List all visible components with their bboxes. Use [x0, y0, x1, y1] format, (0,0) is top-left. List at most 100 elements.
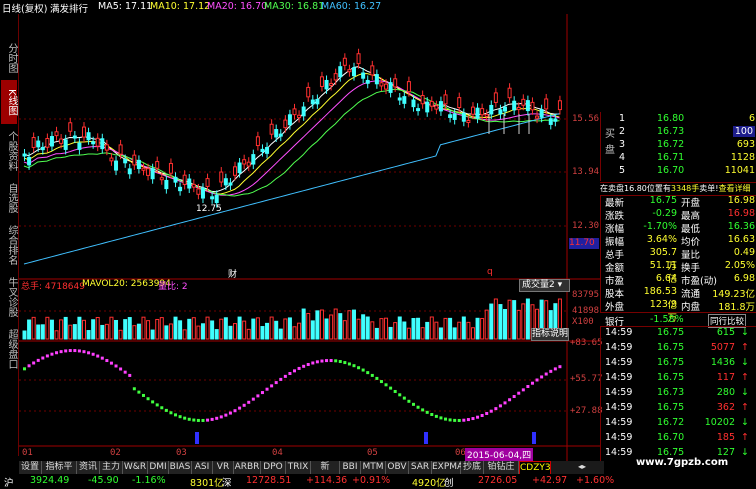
volume-bar [315, 310, 320, 340]
volume-bar [402, 321, 407, 340]
order-row[interactable]: 3 16.72 693 [601, 139, 756, 152]
tick-row[interactable]: 14:59 16.75 615 ↓ [601, 327, 756, 340]
candle-body [457, 97, 462, 109]
tab-0[interactable]: 设置 [19, 461, 42, 474]
industry-change: -1.58% [650, 314, 684, 325]
chart-mode-label[interactable]: 日线(复权) [2, 1, 47, 15]
signal-marker [532, 432, 536, 444]
indicator-axis-tick: +27.88 [570, 406, 603, 416]
volume-bar [512, 300, 517, 340]
volume-bar [196, 325, 201, 340]
sz-index[interactable]: 12728.51 [246, 475, 291, 486]
tab-2[interactable]: 资讯 [77, 461, 100, 474]
tab-scroll[interactable]: ◂▸ [578, 462, 600, 474]
nav-ranking[interactable]: 综合排名 [1, 220, 17, 270]
candle-body [484, 113, 489, 117]
indicator-point [196, 418, 200, 422]
tab-10[interactable]: DPO [261, 461, 286, 474]
indicator-point [411, 402, 415, 406]
indicator-axis-tick: +83.65 [570, 338, 603, 348]
indicator-point [526, 384, 530, 388]
date-badge: 2015-06-04,四 [465, 448, 534, 461]
volume-indicator-select[interactable]: 成交量2 ▾ [519, 279, 570, 292]
tab-3[interactable]: 主力 [100, 461, 123, 474]
nav-super-order[interactable]: 超级盘口 [1, 324, 17, 374]
candle-body [493, 92, 498, 103]
volume-bar [269, 316, 274, 340]
tick-row[interactable]: 14:59 16.75 5077 ↑ [601, 342, 756, 355]
volume-bar [416, 317, 421, 340]
tab-9[interactable]: ARBR [234, 461, 261, 474]
tick-row[interactable]: 14:59 16.70 185 ↑ [601, 432, 756, 445]
tab-19[interactable]: 铂钻庄神 [484, 461, 519, 485]
indicator-point [288, 372, 292, 376]
ma10-label: MA10: 17.12 [150, 1, 211, 12]
indicator-point [311, 361, 315, 365]
candle-body [168, 162, 173, 174]
candle-body [27, 156, 32, 166]
volume-bar [260, 326, 265, 340]
order-row[interactable]: 4 16.71 1128 [601, 152, 756, 165]
indicator-point [366, 371, 370, 375]
order-row[interactable]: 2 16.73 100 [601, 126, 756, 139]
tick-row[interactable]: 14:59 16.75 362 ↑ [601, 402, 756, 415]
arrow-up-icon: ↑ [741, 342, 749, 353]
volume-select-value: 成交量2 [522, 280, 555, 290]
indicator-point [398, 393, 402, 397]
nav-intraday[interactable]: 分时图 [1, 38, 17, 78]
sell-alert[interactable]: 在卖盘16.80位置有3348手卖单!查看详细 [600, 182, 756, 196]
nav-kline[interactable]: K线图 [1, 80, 17, 124]
indicator-point [517, 391, 521, 395]
tab-8[interactable]: VR [213, 461, 234, 474]
tab-15[interactable]: OBV [386, 461, 409, 474]
tick-row[interactable]: 14:59 16.72 10202 ↓ [601, 417, 756, 430]
order-row[interactable]: 1 16.80 6 [601, 113, 756, 126]
view-details-link[interactable]: 查看详细 [718, 184, 750, 193]
nav-stock-profile[interactable]: 个股资料 [1, 126, 17, 176]
indicator-point [521, 388, 525, 392]
tab-6[interactable]: BIAS [169, 461, 192, 474]
tab-14[interactable]: MTM [361, 461, 386, 474]
tab-16[interactable]: SAR [409, 461, 432, 474]
volume-bar [200, 323, 205, 340]
indicator-help-button[interactable]: 指标说明 [531, 328, 569, 341]
candle-body [420, 95, 425, 105]
period-label[interactable]: 满发排行 [50, 1, 88, 15]
tab-12[interactable]: 新DMA [311, 461, 340, 485]
candle-body [274, 129, 279, 138]
tick-row[interactable]: 14:59 16.75 1436 ↓ [601, 357, 756, 370]
tab-11[interactable]: TRIX [286, 461, 311, 474]
cy-index[interactable]: 2726.05 [478, 475, 517, 486]
tab-17[interactable]: EXPMA [432, 461, 463, 474]
order-row[interactable]: 5 16.70 11041 [601, 165, 756, 178]
volume-bar [411, 318, 416, 340]
indicator-point [448, 418, 452, 422]
indicator-point [238, 406, 242, 410]
tick-time: 14:59 [605, 432, 633, 443]
volume-bar [36, 324, 41, 340]
scroll-right-icon[interactable]: ▸ [582, 462, 586, 471]
quote-row: 最新 16.75 开盘 16.98 [601, 195, 756, 209]
tab-4[interactable]: W&R [123, 461, 148, 474]
volume-bar [168, 323, 173, 340]
indicator-point [73, 349, 77, 353]
volume-bar [521, 303, 526, 340]
volume-bar [425, 321, 430, 340]
nav-watchlist[interactable]: 自选股 [1, 178, 17, 218]
nav-diagnosis[interactable]: 牛叉诊股 [1, 272, 17, 322]
candle-body [68, 122, 73, 132]
quote-key: 最新 [605, 198, 625, 209]
tab-1[interactable]: 指标平台 [42, 461, 77, 485]
candle-body [443, 94, 448, 105]
candle-body [200, 187, 205, 199]
volume-bar [306, 312, 311, 340]
tick-row[interactable]: 14:59 16.73 280 ↓ [601, 387, 756, 400]
tick-row[interactable]: 14:59 16.75 117 ↑ [601, 372, 756, 385]
tab-13[interactable]: BBI [340, 461, 361, 474]
chart-canvas[interactable] [19, 14, 600, 461]
sh-index[interactable]: 3924.49 [30, 475, 69, 486]
tab-18[interactable]: 抄底 [461, 461, 484, 474]
volume-bar [223, 317, 228, 340]
tab-7[interactable]: ASI [192, 461, 213, 474]
tab-5[interactable]: DMI [148, 461, 169, 474]
